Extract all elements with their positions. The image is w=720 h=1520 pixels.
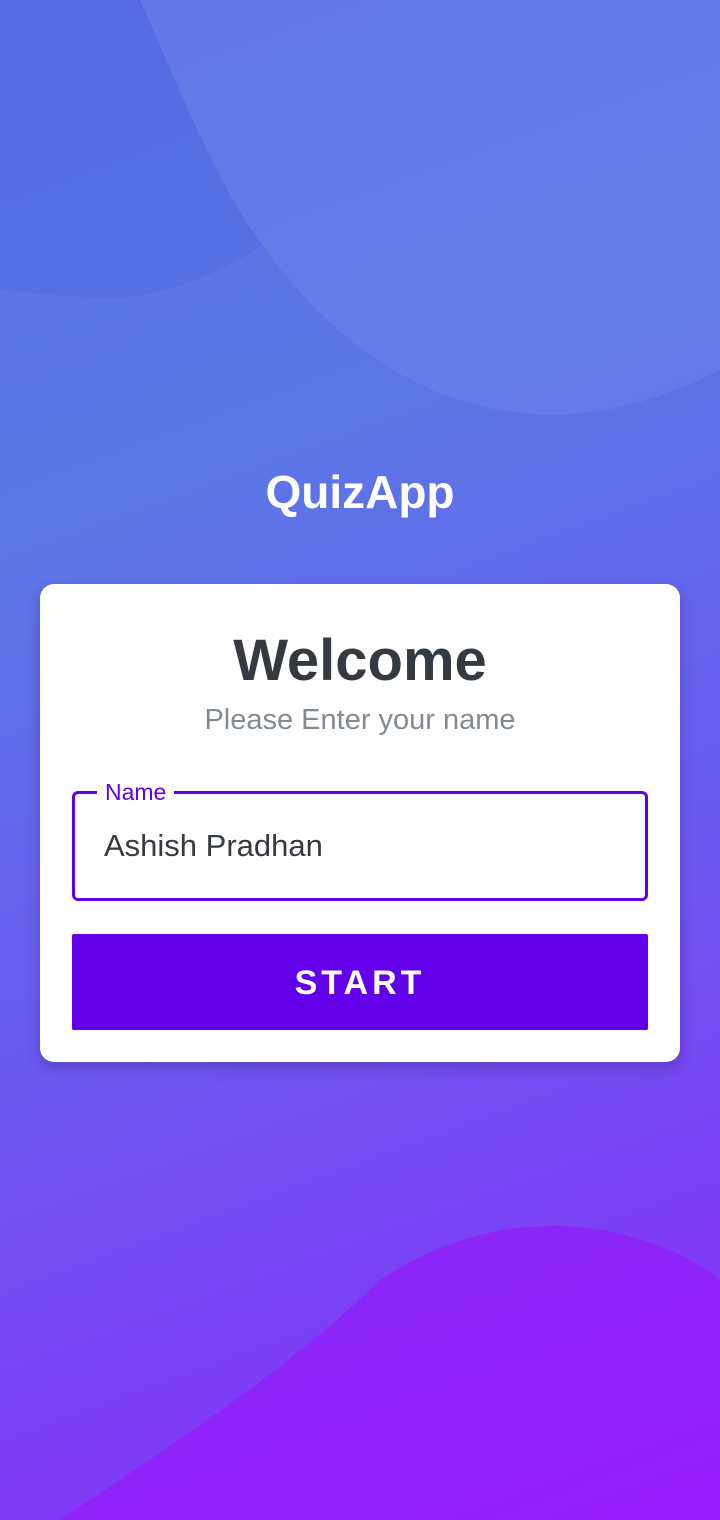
welcome-subtitle: Please Enter your name [204,704,516,736]
bottom-right-blob [60,1225,720,1520]
app-title: QuizApp [265,466,455,518]
name-input[interactable]: Ashish Pradhan [104,826,323,866]
welcome-card: Welcome Please Enter your name Name Ashi… [40,584,680,1062]
start-button[interactable]: START [72,934,648,1030]
name-field[interactable]: Name Ashish Pradhan [72,777,648,901]
name-field-label: Name [97,777,175,807]
welcome-heading: Welcome [233,628,487,693]
